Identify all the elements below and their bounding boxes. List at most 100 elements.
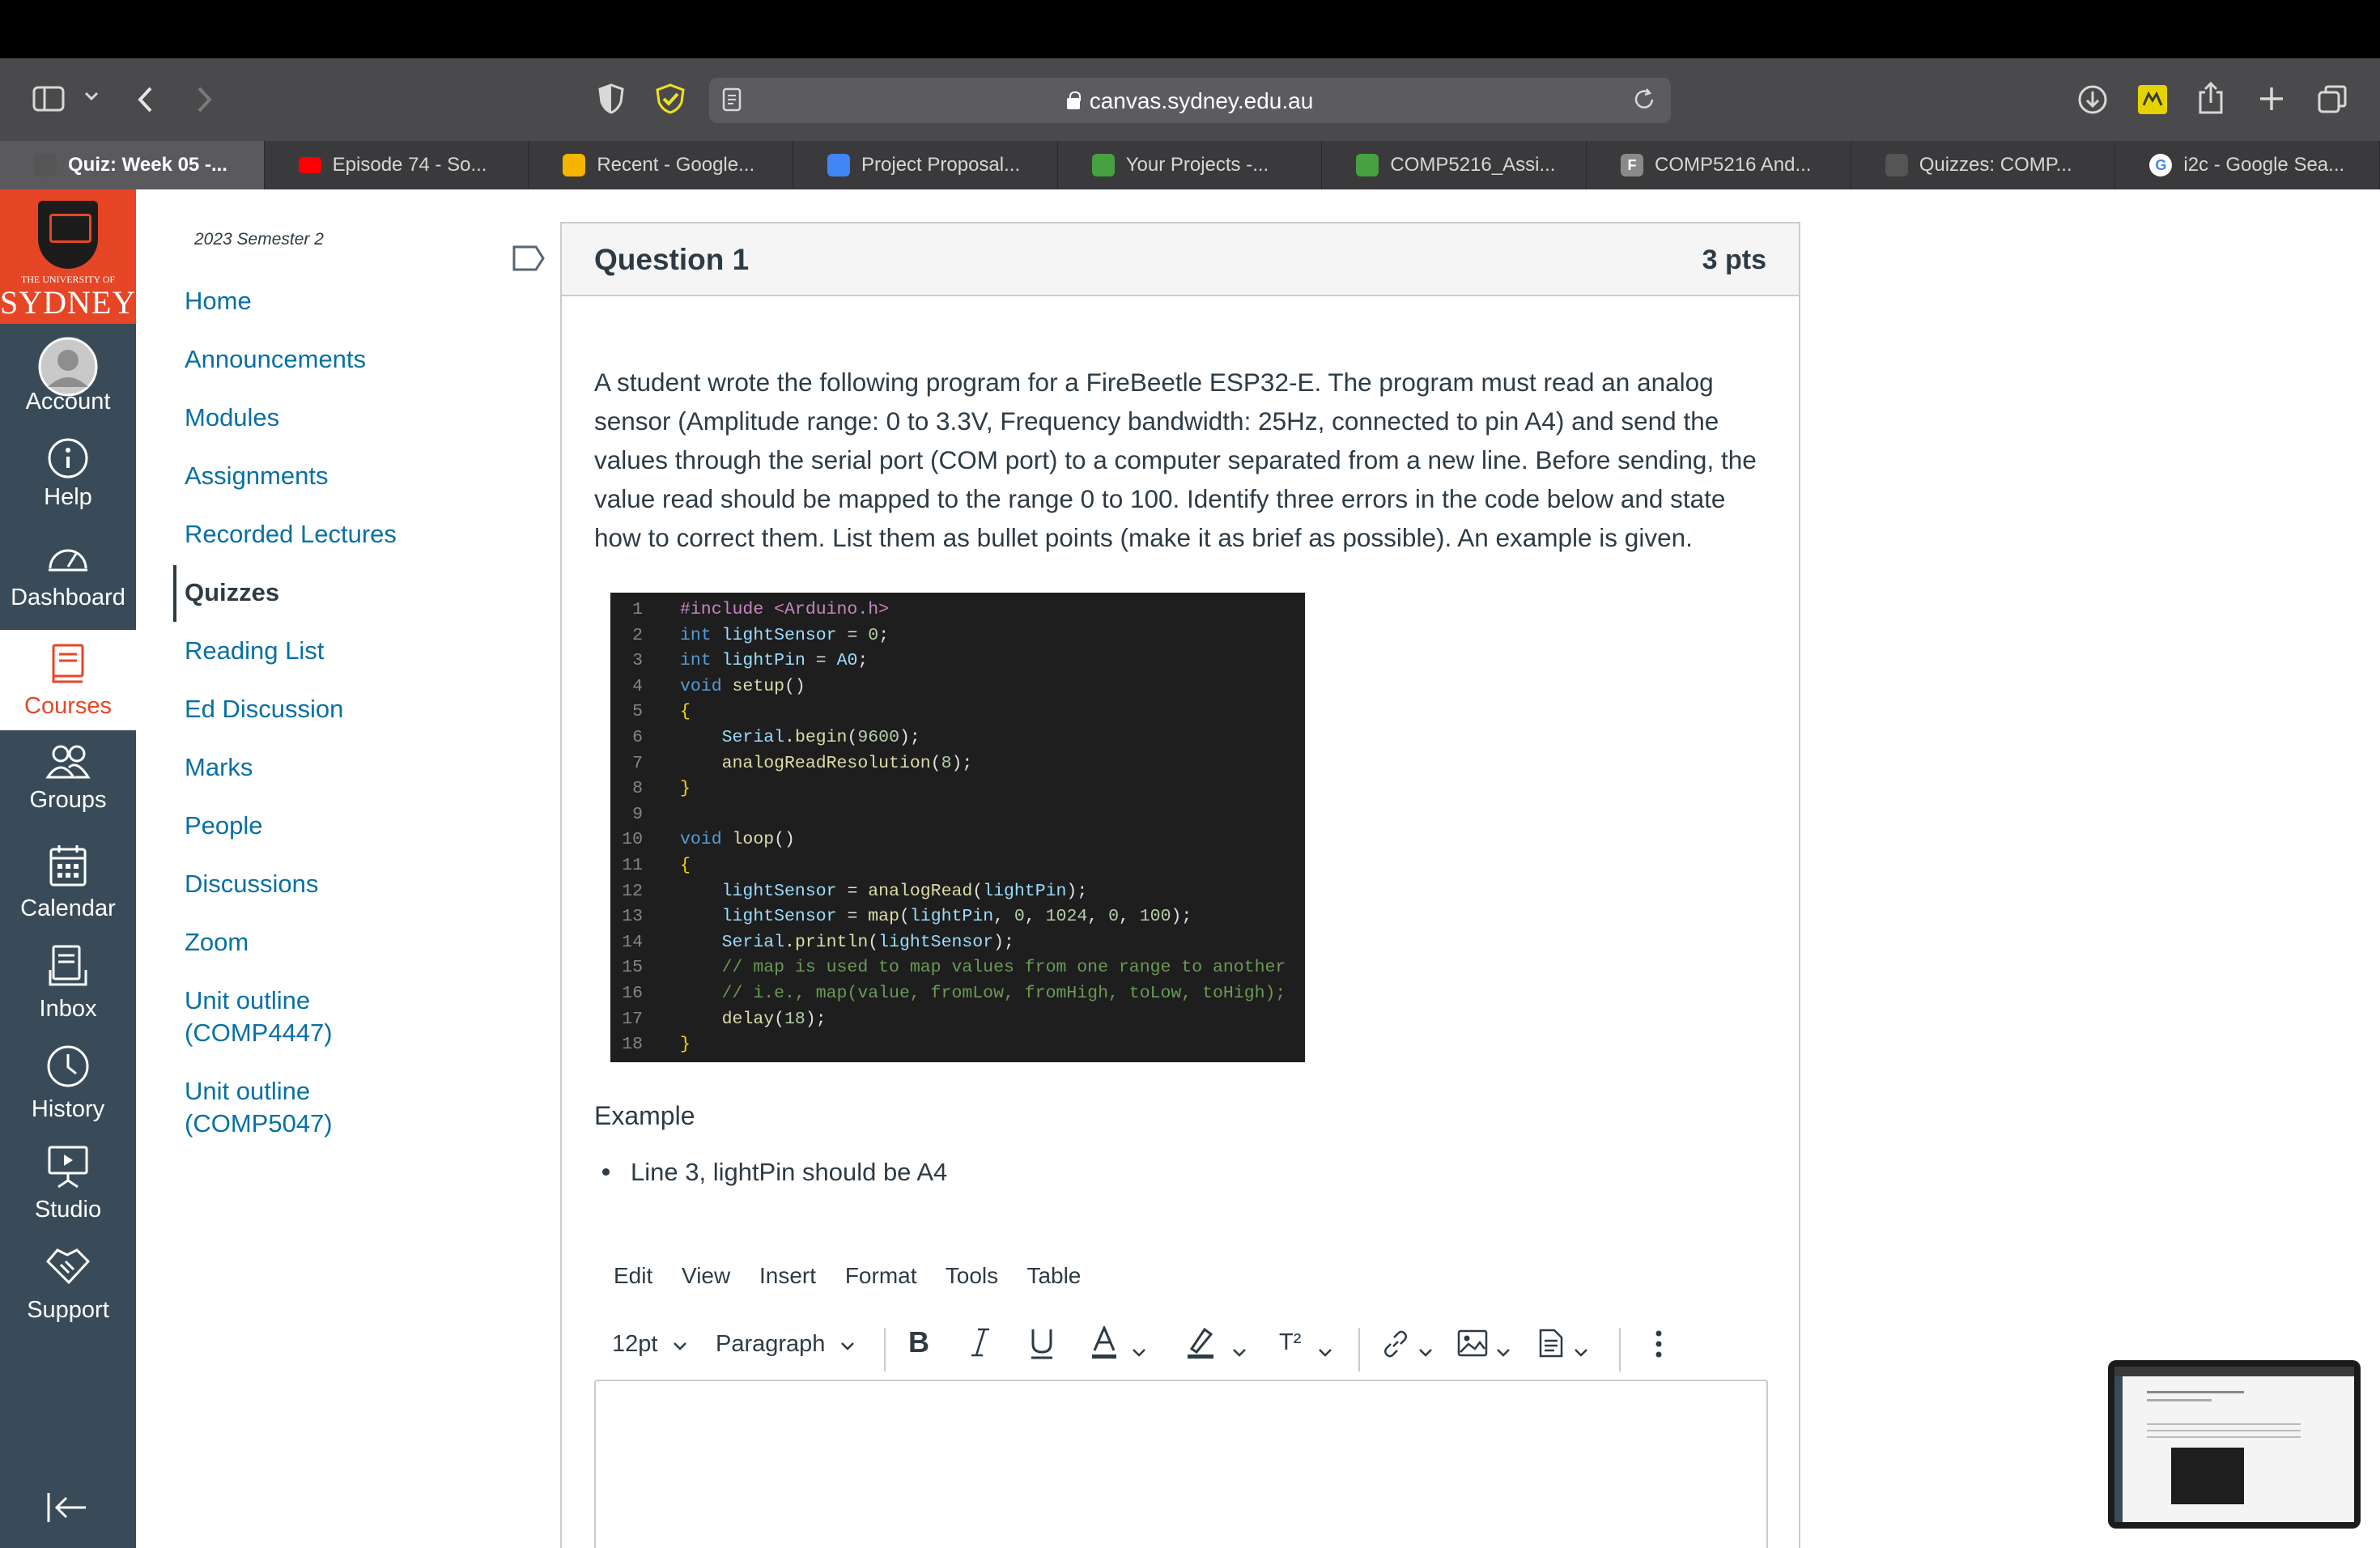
nav-inbox[interactable]: Inbox xyxy=(0,931,136,1031)
course-nav-assignments[interactable]: Assignments xyxy=(185,460,328,492)
browser-tab[interactable]: Quiz: Week 05 -... xyxy=(0,141,265,189)
studio-icon xyxy=(47,1145,89,1193)
window-thumbnail[interactable] xyxy=(2108,1360,2361,1529)
chevron-down-icon xyxy=(840,1342,854,1350)
code-line: 11 { xyxy=(610,853,1305,879)
collapse-nav-icon[interactable] xyxy=(45,1490,91,1529)
course-nav-quizzes[interactable]: Quizzes xyxy=(185,576,279,609)
university-logo[interactable]: THE UNIVERSITY OF SYDNEY xyxy=(0,189,136,324)
line-number: 11 xyxy=(622,856,643,875)
question-header: Question 1 3 pts xyxy=(562,223,1799,296)
course-nav-unit-outline-comp4447[interactable]: Unit outline (COMP4447) xyxy=(185,985,333,1049)
adblock-shield-icon[interactable] xyxy=(654,83,686,115)
italic-icon[interactable] xyxy=(968,1326,992,1365)
new-tab-plus-icon[interactable] xyxy=(2257,84,2286,113)
nav-history[interactable]: History xyxy=(0,1031,136,1132)
chevron-down-icon[interactable] xyxy=(1418,1337,1433,1364)
browser-tab[interactable]: Project Proposal... xyxy=(793,141,1058,189)
browser-tab[interactable]: COMP5216_Assi... xyxy=(1322,141,1587,189)
browser-tab[interactable]: F COMP5216 And... xyxy=(1587,141,1851,189)
code-line: 13 lightSensor = map(lightPin, 0, 1024, … xyxy=(610,904,1305,930)
course-nav-modules[interactable]: Modules xyxy=(185,402,279,434)
chevron-down-icon[interactable] xyxy=(1574,1337,1588,1364)
image-icon[interactable] xyxy=(1457,1329,1488,1363)
browser-tab[interactable]: Gi2c - Google Sea... xyxy=(2115,141,2380,189)
privacy-shield-icon[interactable] xyxy=(597,83,625,115)
code-text: } xyxy=(680,779,691,799)
browser-tab[interactable]: Your Projects -... xyxy=(1058,141,1323,189)
chevron-down-icon[interactable] xyxy=(1232,1337,1247,1364)
forward-arrow-icon[interactable] xyxy=(194,86,214,113)
share-icon[interactable] xyxy=(2197,81,2225,115)
overleaf-icon xyxy=(1091,154,1115,176)
browser-tab[interactable]: Recent - Google... xyxy=(529,141,794,189)
code-line: 14 Serial.println(lightSensor); xyxy=(610,930,1305,956)
menu-insert[interactable]: Insert xyxy=(759,1263,816,1288)
course-nav-unit-outline-comp5047[interactable]: Unit outline (COMP5047) xyxy=(185,1075,333,1140)
nav-help[interactable]: Help xyxy=(0,424,136,525)
bold-icon[interactable]: B xyxy=(907,1325,934,1365)
nav-dashboard[interactable]: Dashboard xyxy=(0,525,136,625)
nav-calendar[interactable]: Calendar xyxy=(0,831,136,931)
chevron-down-icon[interactable] xyxy=(1496,1337,1511,1364)
info-icon xyxy=(47,437,89,483)
reload-icon[interactable] xyxy=(1632,87,1656,112)
sidebar-toggle-icon[interactable] xyxy=(32,86,65,112)
course-nav-people[interactable]: People xyxy=(185,810,263,842)
menu-view[interactable]: View xyxy=(682,1263,730,1288)
back-arrow-icon[interactable] xyxy=(136,86,155,113)
superscript-icon[interactable]: T² xyxy=(1279,1329,1301,1356)
nav-account[interactable]: Account xyxy=(0,324,136,424)
address-bar[interactable]: canvas.sydney.edu.au xyxy=(709,78,1671,123)
menu-edit[interactable]: Edit xyxy=(614,1263,652,1288)
font-size-select[interactable]: 12pt xyxy=(612,1331,687,1358)
overleaf-icon xyxy=(1356,154,1379,176)
answer-editor[interactable] xyxy=(594,1380,1768,1548)
course-nav-discussions[interactable]: Discussions xyxy=(185,868,318,900)
line-number: 10 xyxy=(622,830,643,850)
course-nav-announcements[interactable]: Announcements xyxy=(185,343,366,376)
course-nav-reading-list[interactable]: Reading List xyxy=(185,635,324,667)
unit-outline-line2: (COMP4447) xyxy=(185,1019,333,1047)
flag-question-icon[interactable] xyxy=(512,245,546,276)
browser-tab[interactable]: Quizzes: COMP... xyxy=(1851,141,2116,189)
underline-icon[interactable] xyxy=(1028,1326,1056,1367)
line-number: 2 xyxy=(632,625,643,645)
course-nav-marks[interactable]: Marks xyxy=(185,751,253,784)
link-icon[interactable] xyxy=(1381,1329,1410,1365)
course-nav-home[interactable]: Home xyxy=(185,285,252,317)
chevron-down-icon[interactable] xyxy=(84,91,99,102)
tab-overview-icon[interactable] xyxy=(2317,84,2348,115)
code-line: 4 void setup() xyxy=(610,674,1305,700)
nav-courses[interactable]: Courses xyxy=(0,630,136,730)
logo-sydney-text: SYDNEY xyxy=(0,284,137,321)
example-bullet-text: Line 3, lightPin should be A4 xyxy=(631,1158,948,1186)
menu-tools[interactable]: Tools xyxy=(946,1263,998,1288)
nav-groups[interactable]: Groups xyxy=(0,730,136,831)
more-options-icon[interactable] xyxy=(1655,1329,1663,1365)
code-line: 15 // map is used to map values from one… xyxy=(610,955,1305,981)
chevron-down-icon[interactable] xyxy=(1132,1337,1146,1364)
block-format-select[interactable]: Paragraph xyxy=(716,1331,855,1358)
line-number: 12 xyxy=(622,881,643,901)
editor-menubar: Edit View Insert Format Tools Table xyxy=(614,1263,1103,1289)
code-text: { xyxy=(680,856,691,875)
course-nav-recorded-lectures[interactable]: Recorded Lectures xyxy=(185,518,397,551)
extension-icon[interactable] xyxy=(2137,84,2168,115)
course-nav-zoom[interactable]: Zoom xyxy=(185,926,249,959)
nav-studio[interactable]: Studio xyxy=(0,1132,136,1232)
chevron-down-icon[interactable] xyxy=(1318,1337,1332,1364)
code-line: 2 int lightSensor = 0; xyxy=(610,623,1305,649)
text-color-icon[interactable] xyxy=(1090,1325,1119,1367)
menu-format[interactable]: Format xyxy=(845,1263,917,1288)
tab-label: i2c - Google Sea... xyxy=(2183,154,2345,176)
line-number: 15 xyxy=(622,958,643,978)
document-icon[interactable] xyxy=(1538,1328,1564,1365)
menu-table[interactable]: Table xyxy=(1026,1263,1081,1288)
highlight-color-icon[interactable] xyxy=(1185,1326,1216,1367)
download-icon[interactable] xyxy=(2077,84,2108,115)
course-nav-ed-discussion[interactable]: Ed Discussion xyxy=(185,693,343,725)
question-text-line: A student wrote the following program fo… xyxy=(594,368,1714,397)
nav-support[interactable]: Support xyxy=(0,1232,136,1333)
browser-tab[interactable]: Episode 74 - So... xyxy=(265,141,529,189)
